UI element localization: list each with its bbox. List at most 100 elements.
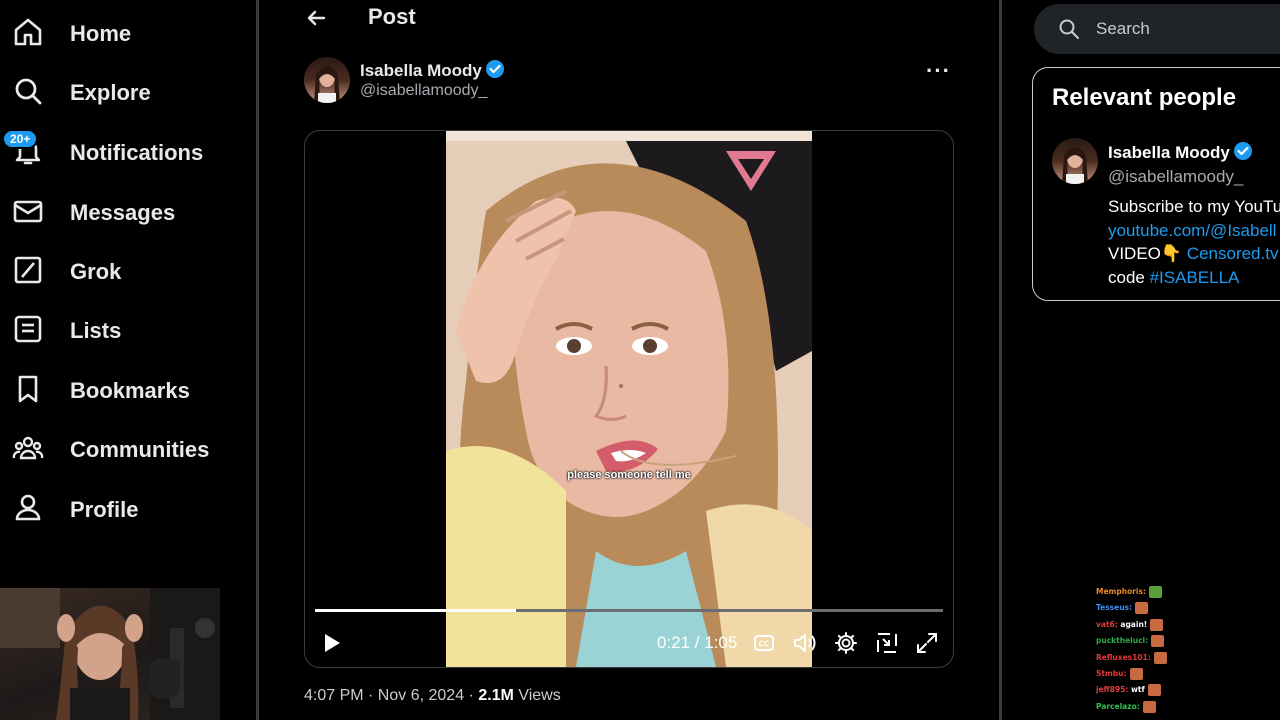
relevant-people-card: Relevant people Isabella Moody @isabella… [1032, 67, 1280, 301]
sidebar-item-label: Notifications [70, 140, 204, 165]
chat-username: jeff895: [1096, 685, 1129, 695]
list-icon [12, 313, 44, 350]
search-input[interactable]: Search [1034, 4, 1280, 54]
relevant-bio: Subscribe to my YouTu youtube.com/@Isabe… [1108, 195, 1280, 289]
settings-icon[interactable] [834, 631, 858, 660]
video-controls: 0:21 / 1:05 CC [305, 627, 953, 661]
communities-icon [12, 432, 44, 469]
chat-emote-icon [1148, 586, 1162, 598]
column-divider [999, 0, 1002, 720]
post-timestamp[interactable]: 4:07 PM · Nov 6, 2024 · [304, 687, 478, 704]
page-title: Post [368, 4, 416, 29]
post-meta: 4:07 PM · Nov 6, 2024 · 2.1M Views [304, 687, 561, 705]
bio-text: code [1108, 267, 1150, 287]
chat-username: Memphoris: [1096, 587, 1146, 596]
volume-icon[interactable] [792, 631, 818, 660]
bio-text: VIDEO👇 [1108, 244, 1187, 263]
video-frame: please someone tell me [446, 131, 812, 667]
bio-link-youtube[interactable]: youtube.com/@Isabell [1108, 219, 1280, 243]
bell-icon: 20+ [2, 128, 44, 172]
chat-text: again! [1117, 619, 1148, 629]
sidebar-item-home[interactable]: Home [12, 12, 131, 56]
bookmark-icon [12, 373, 44, 410]
author-avatar[interactable] [304, 57, 350, 103]
sidebar-item-grok[interactable]: Grok [12, 250, 121, 294]
relevant-name-text: Isabella Moody [1108, 143, 1230, 162]
chat-emote-icon [1153, 651, 1167, 664]
grok-icon [12, 254, 44, 291]
bio-link-censored[interactable]: Censored.tv [1187, 244, 1279, 263]
chat-username: Refluxes101: [1096, 652, 1151, 662]
author-handle[interactable]: @isabellamoody_ [360, 82, 487, 100]
chat-username: puckthelucl: [1096, 636, 1149, 646]
chat-text: wtf [1128, 685, 1145, 695]
sidebar-item-label: Profile [70, 497, 139, 522]
sidebar-item-label: Grok [70, 259, 122, 284]
sidebar-item-label: Home [70, 21, 132, 46]
search-icon [12, 75, 44, 112]
video-progress-bar[interactable] [315, 609, 943, 612]
sidebar-item-messages[interactable]: Messages [12, 191, 175, 235]
sidebar-item-notifications[interactable]: 20+ Notifications [2, 128, 204, 175]
chat-username: Parcelazo: [1096, 701, 1140, 711]
video-progress-fill [315, 609, 516, 612]
video-caption: please someone tell me [567, 469, 691, 481]
video-player[interactable]: please someone tell me 0:21 / 1:05 CC [304, 130, 954, 668]
column-divider [256, 0, 259, 720]
back-arrow-icon[interactable] [304, 6, 328, 35]
cc-icon[interactable]: CC [752, 631, 776, 660]
bio-line: Subscribe to my YouTu [1108, 197, 1280, 216]
more-icon[interactable]: ··· [926, 58, 951, 84]
verified-badge-icon [485, 59, 505, 84]
chat-emote-icon [1150, 618, 1164, 631]
search-icon [1058, 18, 1080, 40]
streamer-webcam [0, 588, 220, 720]
pip-icon[interactable] [875, 631, 899, 660]
chat-message: Tesseus: [1096, 600, 1176, 616]
play-icon[interactable] [319, 631, 343, 660]
author-name-text: Isabella Moody [360, 61, 482, 80]
home-icon [12, 16, 44, 53]
stream-chat: Memphoris: Tesseus: vat6: again! pucktheluc… [1096, 584, 1176, 715]
chat-username: Stmbu: [1096, 669, 1127, 679]
mail-icon [12, 195, 44, 232]
chat-message: vat6: again! [1096, 617, 1176, 633]
chat-message: jeff895: wtf [1096, 682, 1176, 698]
relevant-name[interactable]: Isabella Moody [1108, 141, 1253, 166]
chat-username: vat6: [1096, 619, 1118, 629]
chat-emote-icon [1129, 668, 1143, 681]
sidebar-item-label: Bookmarks [70, 378, 190, 403]
sidebar-item-lists[interactable]: Lists [12, 309, 121, 353]
chat-message: Stmbu: [1096, 666, 1176, 682]
chat-emote-icon [1151, 635, 1165, 648]
chat-message: puckthelucl: [1096, 633, 1176, 649]
views-count: 2.1M [478, 687, 514, 704]
sidebar-item-label: Messages [70, 200, 176, 225]
video-time: 0:21 / 1:05 [657, 633, 738, 652]
bio-hashtag[interactable]: #ISABELLA [1150, 268, 1240, 287]
svg-text:CC: CC [758, 640, 770, 649]
sidebar-item-profile[interactable]: Profile [12, 488, 138, 532]
relevant-handle[interactable]: @isabellamoody_ [1108, 167, 1243, 187]
chat-emote-icon [1142, 700, 1156, 713]
sidebar-item-bookmarks[interactable]: Bookmarks [12, 369, 190, 413]
chat-emote-icon [1135, 602, 1149, 615]
person-icon [12, 492, 44, 529]
sidebar-item-explore[interactable]: Explore [12, 71, 151, 115]
sidebar-item-communities[interactable]: Communities [12, 428, 209, 472]
search-placeholder: Search [1096, 19, 1150, 38]
card-title: Relevant people [1052, 84, 1237, 111]
relevant-avatar[interactable] [1052, 138, 1098, 184]
verified-badge-icon [1233, 141, 1253, 166]
chat-emote-icon [1147, 684, 1161, 697]
author-name[interactable]: Isabella Moody [360, 59, 505, 84]
chat-message: Memphoris: [1096, 584, 1176, 600]
chat-message: Parcelazo: [1096, 699, 1176, 715]
sidebar-item-label: Communities [70, 437, 210, 462]
fullscreen-icon[interactable] [915, 631, 939, 660]
chat-username: Tesseus: [1096, 603, 1133, 613]
sidebar-item-label: Explore [70, 80, 151, 105]
views-label: Views [513, 687, 561, 704]
chat-message: Refluxes101: [1096, 650, 1176, 666]
notification-count-badge: 20+ [2, 128, 39, 149]
